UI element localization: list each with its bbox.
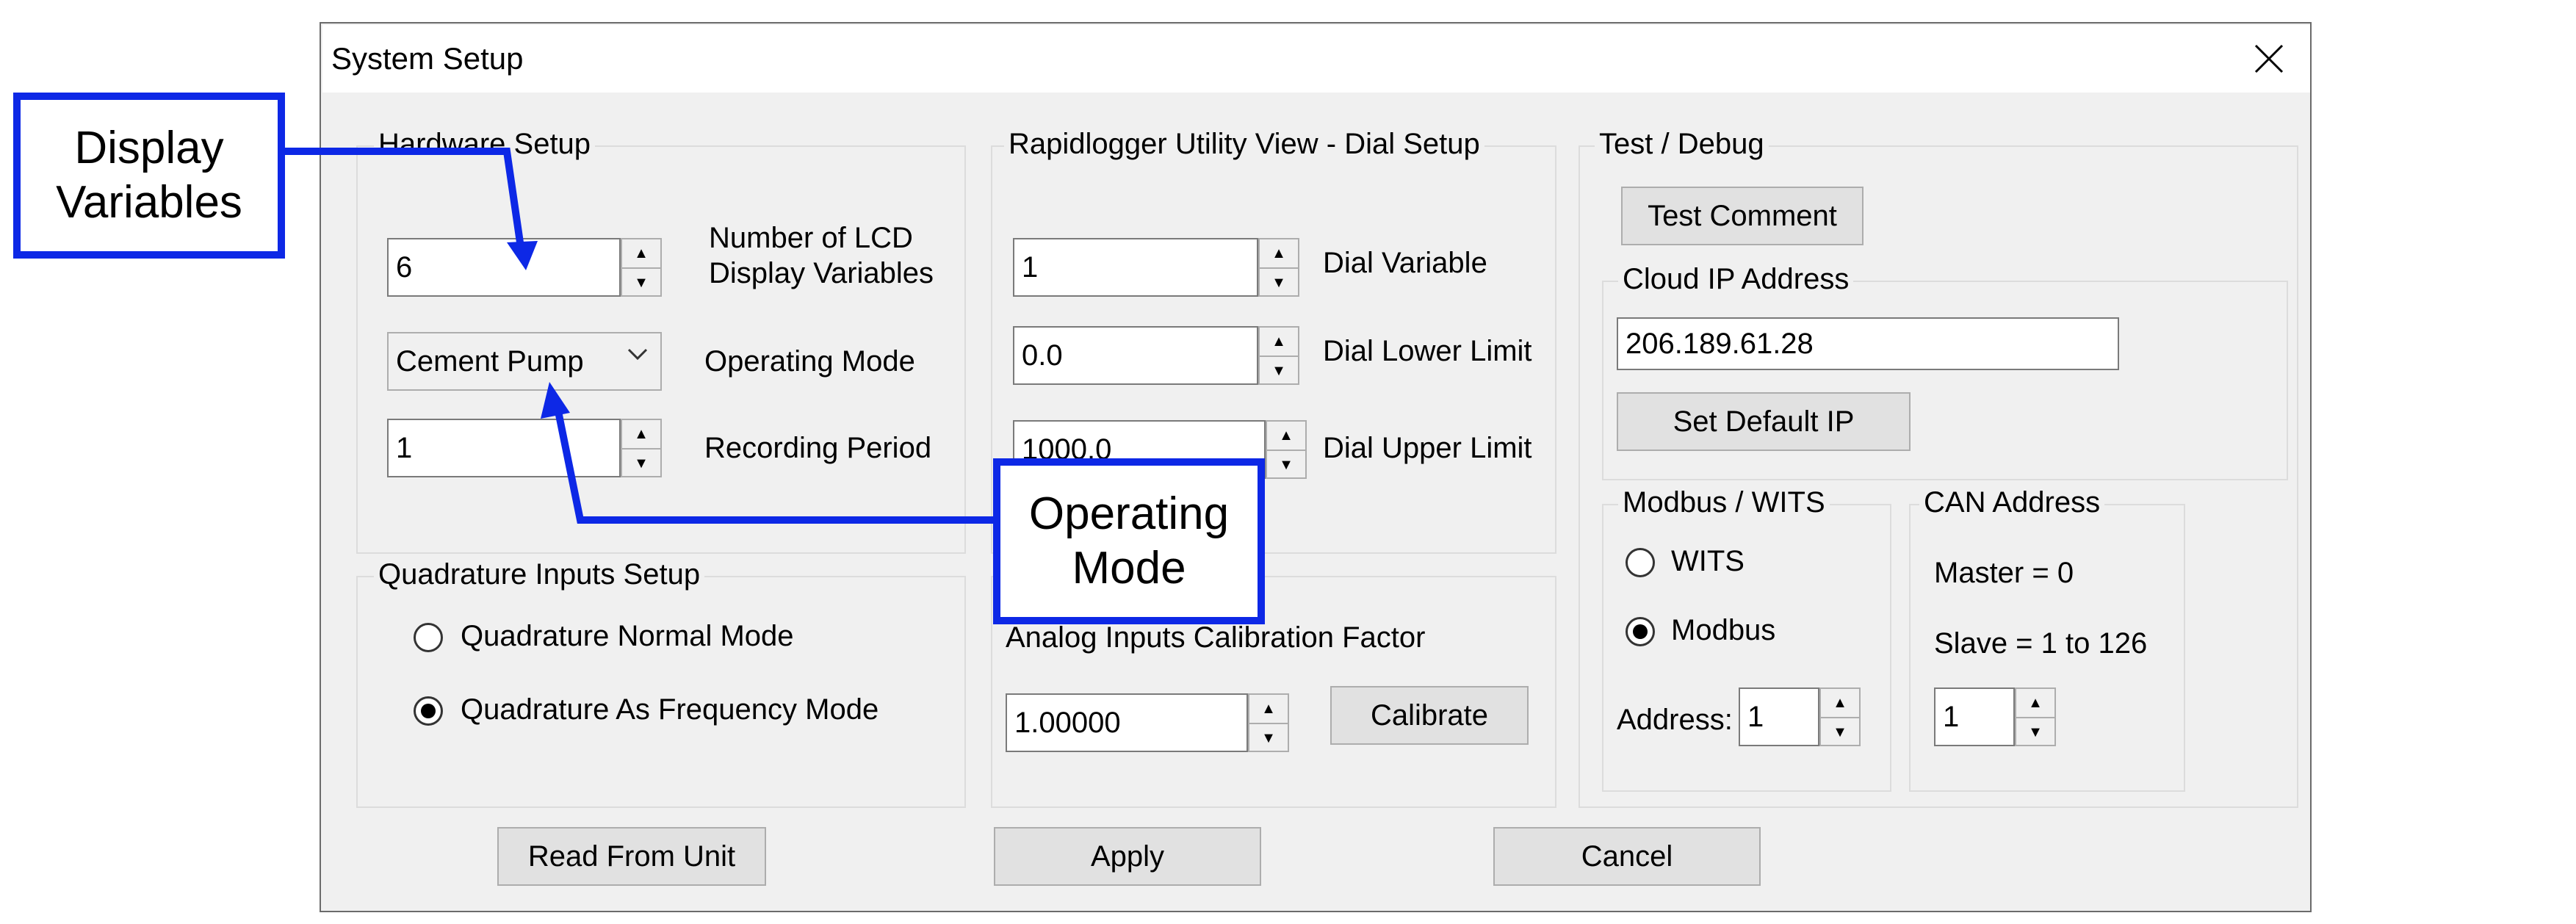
recording-period-spinner[interactable]: ▲ ▼ (621, 419, 662, 477)
quadrature-normal-label: Quadrature Normal Mode (461, 620, 794, 652)
spin-up-icon[interactable]: ▲ (622, 239, 660, 267)
display-variables-callout: Display Variables (13, 93, 285, 259)
can-address-input[interactable]: 1 (1934, 687, 2015, 746)
radio-selected-dot (1633, 624, 1648, 639)
test-comment-button[interactable]: Test Comment (1621, 187, 1864, 245)
spin-up-icon[interactable]: ▲ (1267, 422, 1305, 450)
can-master-text: Master = 0 (1934, 557, 2074, 589)
lcd-variables-spinner[interactable]: ▲ ▼ (621, 238, 662, 297)
radio-selected-dot (421, 704, 436, 718)
spin-down-icon[interactable]: ▼ (1821, 717, 1859, 746)
close-icon (2254, 44, 2284, 73)
modbus-address-input[interactable]: 1 (1739, 687, 1819, 746)
modbus-wits-legend: Modbus / WITS (1618, 486, 1830, 519)
spin-down-icon[interactable]: ▼ (2016, 717, 2054, 746)
can-slave-text: Slave = 1 to 126 (1934, 627, 2148, 660)
cancel-button[interactable]: Cancel (1493, 827, 1761, 886)
operating-mode-callout-line1: Operating (1028, 488, 1230, 539)
modbus-radio[interactable] (1626, 617, 1655, 646)
apply-button[interactable]: Apply (994, 827, 1261, 886)
lcd-variables-label-line1: Number of LCD (709, 222, 913, 254)
operating-mode-callout-line2: Mode (1072, 543, 1186, 593)
dial-lower-limit-spinner[interactable]: ▲ ▼ (1258, 326, 1299, 385)
dial-setup-legend: Rapidlogger Utility View - Dial Setup (1004, 128, 1484, 161)
modbus-address-spinner[interactable]: ▲ ▼ (1819, 687, 1861, 746)
can-address-spinner[interactable]: ▲ ▼ (2015, 687, 2056, 746)
quadrature-setup-legend: Quadrature Inputs Setup (374, 558, 705, 591)
dial-variable-label: Dial Variable (1323, 247, 1487, 279)
quadrature-normal-radio[interactable] (414, 623, 443, 652)
spin-down-icon[interactable]: ▼ (1249, 723, 1288, 752)
spin-down-icon[interactable]: ▼ (1260, 355, 1298, 385)
display-variables-callout-line2: Variables (56, 177, 242, 228)
spin-up-icon[interactable]: ▲ (1249, 695, 1288, 723)
quadrature-frequency-radio[interactable] (414, 696, 443, 726)
operating-mode-label: Operating Mode (704, 345, 915, 378)
analog-calibration-label: Analog Inputs Calibration Factor (1006, 621, 1426, 654)
cloud-ip-input[interactable]: 206.189.61.28 (1617, 317, 2119, 370)
dial-upper-limit-label: Dial Upper Limit (1323, 432, 1532, 464)
spin-up-icon[interactable]: ▲ (622, 420, 660, 448)
can-address-legend: CAN Address (1919, 486, 2105, 519)
analog-calibration-input[interactable]: 1.00000 (1006, 693, 1248, 752)
title-bar: System Setup (322, 25, 2310, 93)
spin-up-icon[interactable]: ▲ (1260, 239, 1298, 267)
spin-up-icon[interactable]: ▲ (1821, 689, 1859, 717)
quadrature-frequency-label: Quadrature As Frequency Mode (461, 693, 879, 726)
spin-up-icon[interactable]: ▲ (1260, 328, 1298, 355)
wits-label: WITS (1671, 545, 1745, 577)
analog-calibration-spinner[interactable]: ▲ ▼ (1248, 693, 1289, 752)
operating-mode-callout: Operating Mode (993, 458, 1265, 624)
dial-variable-spinner[interactable]: ▲ ▼ (1258, 238, 1299, 297)
modbus-address-label: Address: (1617, 704, 1733, 736)
read-from-unit-button[interactable]: Read From Unit (497, 827, 766, 886)
hardware-setup-legend: Hardware Setup (374, 128, 596, 161)
modbus-label: Modbus (1671, 614, 1776, 646)
wits-radio[interactable] (1626, 548, 1655, 577)
operating-mode-value: Cement Pump (396, 344, 584, 378)
spin-up-icon[interactable]: ▲ (2016, 689, 2054, 717)
recording-period-label: Recording Period (704, 432, 932, 464)
operating-mode-select[interactable]: Cement Pump (387, 332, 662, 391)
modbus-wits-group (1602, 504, 1891, 792)
lcd-variables-label-line2: Display Variables (709, 257, 934, 289)
dial-lower-limit-label: Dial Lower Limit (1323, 335, 1532, 367)
calibrate-button[interactable]: Calibrate (1330, 686, 1529, 745)
spin-down-icon[interactable]: ▼ (622, 448, 660, 477)
recording-period-input[interactable]: 1 (387, 419, 621, 477)
spin-down-icon[interactable]: ▼ (622, 267, 660, 297)
spin-down-icon[interactable]: ▼ (1260, 267, 1298, 297)
spin-down-icon[interactable]: ▼ (1267, 450, 1305, 479)
dial-variable-input[interactable]: 1 (1013, 238, 1258, 297)
dial-upper-limit-spinner[interactable]: ▲ ▼ (1266, 420, 1307, 479)
display-variables-callout-line1: Display (74, 123, 224, 173)
close-button[interactable] (2232, 25, 2306, 93)
set-default-ip-button[interactable]: Set Default IP (1617, 392, 1911, 451)
quadrature-setup-group (356, 576, 966, 808)
chevron-down-icon (627, 348, 648, 361)
dial-lower-limit-input[interactable]: 0.0 (1013, 326, 1258, 385)
test-debug-legend: Test / Debug (1595, 128, 1769, 161)
system-setup-dialog: System Setup Hardware Setup 6 ▲ ▼ Number… (320, 22, 2312, 912)
dialog-title: System Setup (331, 41, 524, 76)
cloud-ip-legend: Cloud IP Address (1618, 263, 1854, 296)
lcd-variables-input[interactable]: 6 (387, 238, 621, 297)
